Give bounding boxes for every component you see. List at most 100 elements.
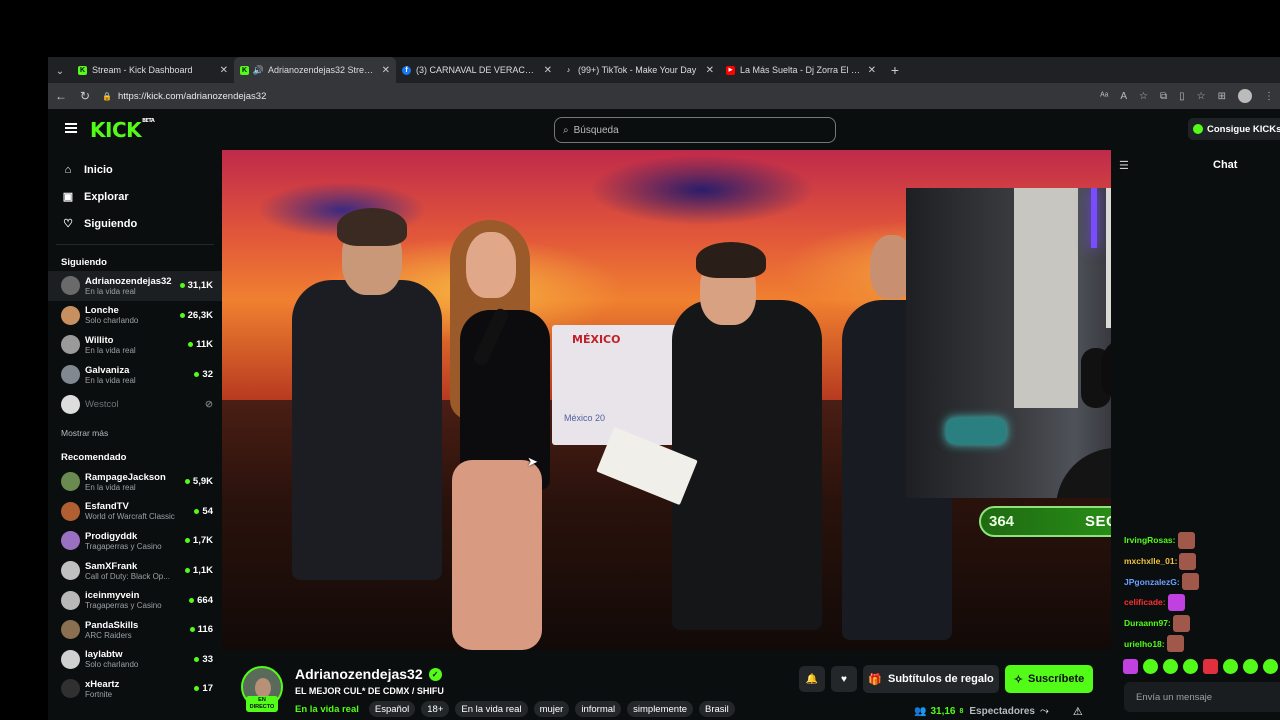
lock-icon[interactable]: 🔒	[102, 92, 112, 101]
chat-input[interactable]: Envía un mensaje	[1124, 682, 1280, 712]
speaker-icon[interactable]: 🔊	[253, 65, 264, 75]
emote-icon[interactable]	[1243, 659, 1258, 674]
gift-subs-button[interactable]: 🎁 Subtítulos de regalo	[863, 665, 999, 693]
subscribe-button[interactable]: ✧ Suscríbete	[1005, 665, 1093, 693]
notification-bell-button[interactable]: 🔔	[799, 666, 825, 692]
emote-icon[interactable]	[1183, 659, 1198, 674]
channel-name: EsfandTV	[85, 501, 129, 513]
channel-category: Tragaperras y Casino	[85, 601, 162, 611]
channel-info: laylabtw Solo charlando	[85, 649, 189, 669]
emote-icon[interactable]	[1143, 659, 1158, 674]
tag-pill[interactable]: informal	[575, 701, 622, 717]
sidebar-channel-adrianozendejas32[interactable]: Adrianozendejas32 En la vida real 31,1K	[48, 271, 222, 301]
tab-adrianozendejas32[interactable]: K 🔊 Adrianozendejas32 Stream - V ✕	[234, 57, 396, 83]
sidebar-channel-lonche[interactable]: Lonche Solo charlando 26,3K	[48, 301, 222, 331]
show-more-link[interactable]: Mostrar más	[48, 423, 222, 443]
streamer-name[interactable]: Adrianozendejas32 ✓	[295, 666, 442, 682]
translate-icon[interactable]: ᴬᵃ	[1100, 91, 1108, 102]
split-screen-icon[interactable]: ▯	[1179, 91, 1185, 102]
channel-name: Adrianozendejas32	[85, 275, 172, 287]
close-tab-icon[interactable]: ✕	[220, 65, 228, 76]
collapse-chat-icon[interactable]: ☰	[1119, 159, 1129, 172]
category-link[interactable]: En la vida real	[295, 704, 359, 715]
favorites-icon[interactable]: ☆	[1197, 91, 1206, 102]
favorite-star-icon[interactable]: ☆	[1139, 91, 1148, 102]
tag-pill[interactable]: Español	[368, 701, 416, 717]
nav-explorar[interactable]: ▣ Explorar	[48, 183, 222, 210]
channel-avatar	[61, 394, 80, 414]
emote-icon[interactable]	[1203, 659, 1218, 674]
tab-facebook[interactable]: f (3) CARNAVAL DE VERACRUZ - Re ✕	[396, 57, 558, 83]
facebook-icon: f	[402, 65, 411, 75]
sidebar-channel-samxfrank[interactable]: SamXFrank Call of Duty: Black Op... 1,1K	[48, 556, 222, 586]
close-tab-icon[interactable]: ✕	[868, 65, 876, 76]
channel-name: SamXFrank	[85, 560, 138, 572]
reload-icon[interactable]: ↻	[78, 89, 92, 103]
search-input[interactable]: ⌕ Búsqueda	[554, 117, 836, 143]
viewer-count-value: 32	[202, 369, 213, 381]
chat-message: IrvingRosas:	[1124, 530, 1280, 551]
sidebar-channel-laylabtw[interactable]: laylabtw Solo charlando 33	[48, 645, 222, 675]
nav-siguiendo[interactable]: ♡ Siguiendo	[48, 210, 222, 237]
sidebar-channel-prodigyddk[interactable]: Prodigyddk Tragaperras y Casino 1,7K	[48, 526, 222, 556]
hamburger-menu-icon[interactable]	[65, 123, 77, 133]
chat-username[interactable]: mxchxlle_01:	[1124, 556, 1177, 566]
get-kicks-button[interactable]: Consigue KICKs	[1188, 118, 1280, 140]
tab-tiktok[interactable]: ♪ (99+) TikTok - Make Your Day ✕	[558, 57, 720, 83]
chat-username[interactable]: IrvingRosas:	[1124, 535, 1176, 545]
channel-name: iceinmyvein	[85, 590, 140, 602]
tag-pill[interactable]: 18+	[421, 701, 450, 717]
channel-avatar	[61, 679, 80, 699]
tag-pill[interactable]: En la vida real	[455, 701, 528, 717]
sidebar-channel-westcol[interactable]: Westcol ⊘	[48, 389, 222, 419]
chat-username[interactable]: Duraann97:	[1124, 618, 1171, 628]
chat-emote-icon	[1179, 552, 1197, 570]
collections-icon[interactable]: ⊞	[1218, 91, 1226, 102]
person-woman-head	[466, 232, 516, 298]
share-icon[interactable]: ⤳	[1040, 705, 1049, 718]
sidebar-channel-willito[interactable]: Willito En la vida real 11K	[48, 330, 222, 360]
new-tab-plus-icon[interactable]: +	[882, 57, 908, 83]
kick-logo[interactable]: KICKBETA	[90, 118, 155, 142]
channel-avatar	[61, 531, 80, 551]
follow-heart-button[interactable]: ♥	[831, 666, 857, 692]
tab-youtube[interactable]: ▶ La Más Suelta - Dj Zorra El Codigo ✕	[720, 57, 882, 83]
extensions-icon[interactable]: ⧉	[1160, 91, 1167, 102]
sidebar-channel-pandaskills[interactable]: PandaSkills ARC Raiders 116	[48, 615, 222, 645]
nav-inicio[interactable]: ⌂ Inicio	[48, 156, 222, 183]
search-icon: ⌕	[563, 124, 569, 136]
sidebar-channel-xheartz[interactable]: xHeartz Fortnite 17	[48, 674, 222, 704]
close-tab-icon[interactable]: ✕	[706, 65, 714, 76]
sidebar-channel-iceinmyvein[interactable]: iceinmyvein Tragaperras y Casino 664	[48, 585, 222, 615]
tab-list-chevron-icon[interactable]: ⌄	[48, 59, 72, 83]
emote-icon[interactable]	[1223, 659, 1238, 674]
cam-microphone	[946, 418, 1006, 444]
close-tab-icon[interactable]: ✕	[382, 65, 390, 76]
tag-pill[interactable]: simplemente	[627, 701, 693, 717]
live-dot-icon	[194, 508, 200, 514]
emote-icon[interactable]	[1123, 659, 1138, 674]
profile-avatar[interactable]	[1238, 89, 1252, 103]
kicks-coin-icon	[1193, 124, 1203, 134]
chat-username[interactable]: urielho18:	[1124, 639, 1165, 649]
report-warning-icon[interactable]: ⚠	[1073, 705, 1083, 718]
url-field[interactable]: 🔒 https://kick.com/adrianozendejas32	[102, 91, 1090, 102]
sidebar-channel-rampagejackson[interactable]: RampageJackson En la vida real 5,9K	[48, 467, 222, 497]
emote-icon[interactable]	[1163, 659, 1178, 674]
tag-pill[interactable]: Brasil	[699, 701, 735, 717]
sidebar-channel-galvaniza[interactable]: Galvaniza En la vida real 32	[48, 360, 222, 390]
more-menu-icon[interactable]: ⋮	[1264, 91, 1274, 102]
read-aloud-icon[interactable]: A	[1120, 91, 1127, 102]
sidebar-channel-esfandtv[interactable]: EsfandTV World of Warcraft Classic 54	[48, 497, 222, 527]
tag-pill[interactable]: mujer	[533, 701, 570, 717]
emote-icon[interactable]	[1263, 659, 1278, 674]
channel-viewers: 1,7K	[184, 535, 213, 546]
close-tab-icon[interactable]: ✕	[544, 65, 552, 76]
channel-name: Lonche	[85, 305, 119, 317]
tab-kick-dashboard[interactable]: K Stream - Kick Dashboard ✕	[72, 57, 234, 83]
back-arrow-icon[interactable]: ←	[54, 89, 68, 103]
channel-avatar	[61, 305, 80, 325]
chat-username[interactable]: JPgonzalezG:	[1124, 577, 1180, 587]
chat-username[interactable]: celificade:	[1124, 597, 1166, 607]
stream-info-bar: EN DIRECTO Adrianozendejas32 ✓ EL MEJOR C…	[222, 650, 1111, 720]
